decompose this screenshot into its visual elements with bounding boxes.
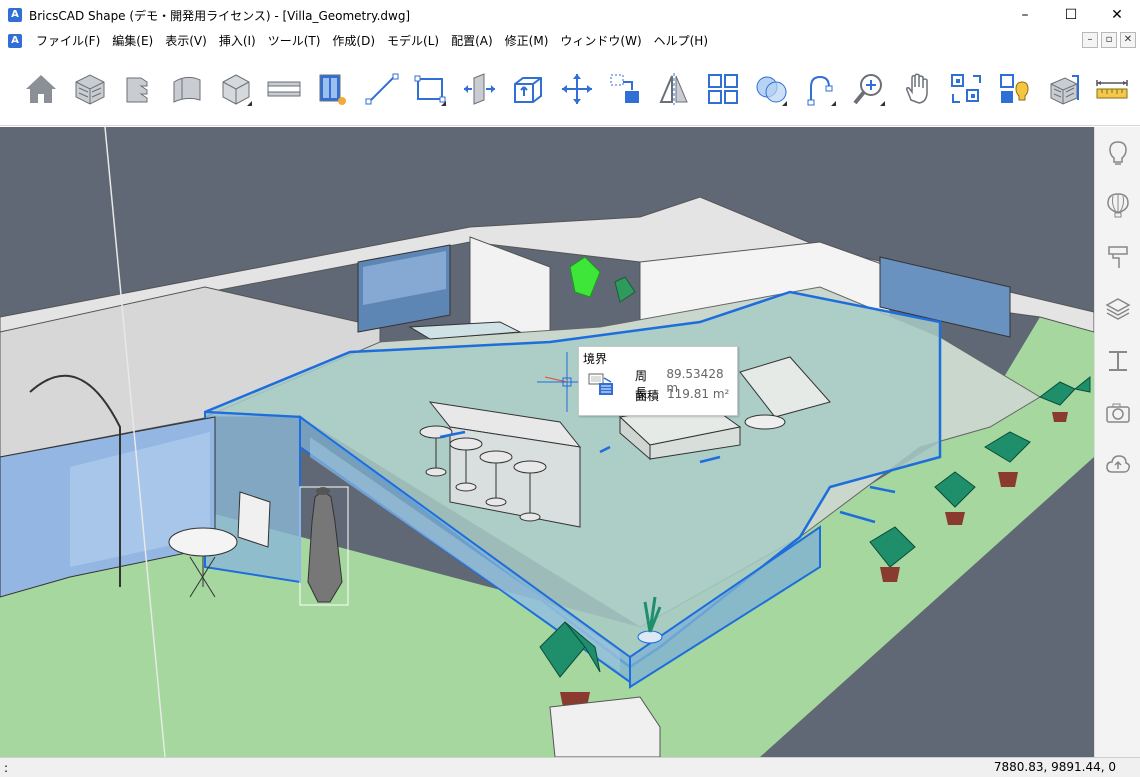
- boundary-tooltip: 境界 周長 89.53428 m 面積 119.81 m²: [578, 346, 738, 416]
- move-icon: [561, 73, 592, 104]
- menu-create[interactable]: 作成(D): [326, 30, 381, 52]
- menu-modify[interactable]: 修正(M): [499, 30, 555, 52]
- tooltip-title: 境界: [583, 352, 608, 366]
- tool-align[interactable]: [945, 65, 987, 113]
- tool-beam[interactable]: [264, 65, 306, 113]
- tool-mirror[interactable]: [653, 65, 695, 113]
- stairs-icon: [126, 77, 148, 102]
- tool-arc[interactable]: [799, 65, 841, 113]
- menu-arrange[interactable]: 配置(A): [445, 30, 499, 52]
- cloud-upload-icon: [1106, 455, 1130, 473]
- tool-pan[interactable]: [897, 65, 939, 113]
- tool-wall[interactable]: [69, 65, 111, 113]
- document-close-button[interactable]: ✕: [1120, 32, 1136, 48]
- model-viewport[interactable]: 境界 周長 89.53428 m 面積 119.81 m²: [0, 127, 1094, 757]
- camera-icon: [1106, 403, 1130, 423]
- tool-extrude[interactable]: [507, 65, 549, 113]
- right-panel-bar: [1094, 127, 1140, 757]
- minimize-button[interactable]: –: [1002, 0, 1048, 30]
- tool-array[interactable]: [702, 65, 744, 113]
- tool-home[interactable]: [20, 65, 62, 113]
- menu-model[interactable]: モデル(L): [381, 30, 445, 52]
- tool-curved-wall[interactable]: [166, 65, 208, 113]
- pan-hand-icon: [905, 72, 928, 104]
- main-toolbar: [0, 52, 1140, 126]
- tool-union[interactable]: [751, 65, 793, 113]
- boundary-icon: [588, 373, 613, 395]
- mirror-icon: [659, 72, 688, 105]
- panel-cloud-button[interactable]: [1095, 439, 1140, 491]
- area-label: 面積: [635, 389, 660, 403]
- tool-zoom[interactable]: [848, 65, 890, 113]
- tool-material[interactable]: [1043, 65, 1085, 113]
- status-bar: : 7880.83, 9891.44, 0: [0, 757, 1140, 777]
- balloon-icon: [1107, 193, 1129, 218]
- material-icon: [1050, 74, 1079, 105]
- menu-view[interactable]: 表示(V): [159, 30, 213, 52]
- panel-layers-button[interactable]: [1095, 283, 1140, 335]
- title-bar: A BricsCAD Shape (デモ・開発用ライセンス) - [Villa_…: [0, 0, 1140, 30]
- tool-copy[interactable]: [604, 65, 646, 113]
- tool-measure[interactable]: [1091, 65, 1133, 113]
- light-icon: [999, 73, 1029, 103]
- maximize-button[interactable]: ☐: [1048, 0, 1094, 30]
- close-button[interactable]: ✕: [1094, 0, 1140, 30]
- area-row: 面積 119.81 m²: [635, 387, 729, 404]
- menu-bar: A ファイル(F) 編集(E) 表示(V) 挿入(I) ツール(T) 作成(D)…: [0, 30, 1140, 52]
- paint-roller-icon: [1108, 246, 1128, 268]
- tool-push-pull[interactable]: [458, 65, 500, 113]
- menu-file[interactable]: ファイル(F): [30, 30, 106, 52]
- lightbulb-icon: [1109, 141, 1127, 165]
- tool-stairs[interactable]: [117, 65, 159, 113]
- panel-camera-button[interactable]: [1095, 387, 1140, 439]
- window-controls: – ☐ ✕: [1002, 0, 1140, 30]
- area-value: 119.81 m²: [667, 387, 730, 401]
- villa-3d-model-render: [0, 127, 1094, 757]
- panel-balloon-button[interactable]: [1095, 179, 1140, 231]
- beam-icon: [267, 81, 301, 96]
- line-icon: [365, 73, 399, 104]
- align-icon: [951, 73, 982, 103]
- tool-line[interactable]: [361, 65, 403, 113]
- tool-rectangle[interactable]: [410, 65, 452, 113]
- push-pull-icon: [464, 72, 496, 105]
- document-minimize-button[interactable]: –: [1082, 32, 1098, 48]
- measure-icon: [1096, 79, 1129, 98]
- document-restore-button[interactable]: ▫: [1101, 32, 1117, 48]
- brick-wall-icon: [75, 73, 105, 105]
- extrude-box-icon: [513, 76, 542, 103]
- window-title: BricsCAD Shape (デモ・開発用ライセンス) - [Villa_Ge…: [29, 8, 411, 23]
- tool-box[interactable]: [215, 65, 257, 113]
- column-icon: [1109, 351, 1127, 371]
- panel-paint-button[interactable]: [1095, 231, 1140, 283]
- home-icon: [25, 74, 56, 103]
- curved-wall-icon: [173, 76, 201, 103]
- panel-structure-button[interactable]: [1095, 335, 1140, 387]
- copy-icon: [610, 74, 640, 103]
- menu-edit[interactable]: 編集(E): [106, 30, 159, 52]
- document-window-controls: – ▫ ✕: [1082, 32, 1136, 48]
- array-icon: [707, 73, 738, 104]
- tool-move[interactable]: [556, 65, 598, 113]
- document-menu-icon[interactable]: A: [8, 34, 22, 48]
- menu-tools[interactable]: ツール(T): [262, 30, 327, 52]
- command-line[interactable]: :: [4, 759, 924, 777]
- tool-light[interactable]: [994, 65, 1036, 113]
- menu-insert[interactable]: 挿入(I): [213, 30, 262, 52]
- menu-window[interactable]: ウィンドウ(W): [554, 30, 647, 52]
- layers-icon: [1105, 298, 1131, 320]
- panel-lightbulb-button[interactable]: [1095, 127, 1140, 179]
- tool-window-insert[interactable]: [312, 65, 354, 113]
- bricscad-app-icon[interactable]: A: [8, 8, 22, 22]
- menu-help[interactable]: ヘルプ(H): [648, 30, 714, 52]
- cursor-coordinates: 7880.83, 9891.44, 0: [993, 760, 1116, 774]
- window-insert-icon: [319, 74, 347, 105]
